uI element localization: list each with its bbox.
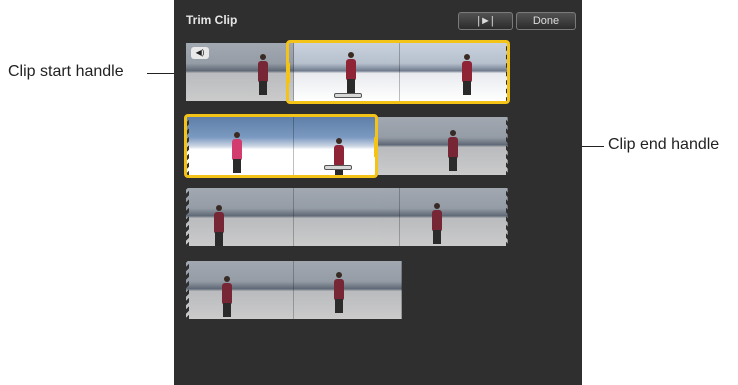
- filmstrip-row-3[interactable]: [184, 188, 512, 246]
- film-frame[interactable]: [378, 117, 508, 175]
- speaker-icon[interactable]: ◀): [191, 47, 209, 59]
- skier-figure: [448, 130, 458, 171]
- done-button[interactable]: Done: [516, 12, 576, 30]
- filmstrip-edge: [506, 117, 512, 175]
- filmstrip-row-2[interactable]: [184, 114, 512, 178]
- clip-start-handle[interactable]: [287, 63, 290, 83]
- film-frame[interactable]: [294, 188, 400, 246]
- film-frame[interactable]: [186, 261, 294, 319]
- trim-clip-window: Trim Clip |►| Done ◀): [174, 0, 582, 385]
- filmstrip-row-4[interactable]: [184, 261, 402, 319]
- skier-figure: [432, 203, 442, 244]
- film-frame[interactable]: [294, 261, 402, 319]
- window-title: Trim Clip: [186, 13, 238, 27]
- clip-end-handle[interactable]: [374, 137, 377, 157]
- film-frame[interactable]: [400, 188, 508, 246]
- filmstrip-edge: [184, 188, 189, 246]
- filmstrip-edge: [184, 261, 189, 319]
- skier-figure: [214, 205, 224, 246]
- clip-start-callout: Clip start handle: [8, 63, 124, 80]
- skier-figure: [258, 54, 268, 95]
- film-frame[interactable]: [186, 188, 294, 246]
- skier-figure: [222, 276, 232, 317]
- skier-figure: [334, 272, 344, 313]
- filmstrip-row-1[interactable]: ◀): [186, 40, 512, 104]
- trim-selection[interactable]: [184, 114, 378, 178]
- clip-end-callout: Clip end handle: [608, 136, 720, 153]
- filmstrip-edge: [506, 188, 512, 246]
- trim-selection[interactable]: [286, 40, 510, 104]
- play-selection-button[interactable]: |►|: [458, 12, 513, 30]
